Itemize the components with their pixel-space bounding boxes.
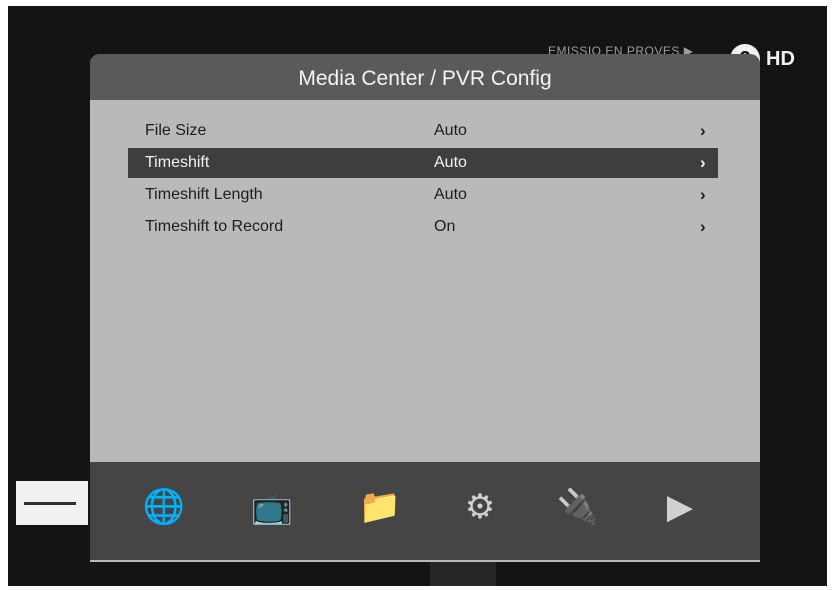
- chevron-right-icon: ›: [700, 121, 706, 140]
- chevron-right-icon: ›: [700, 153, 706, 172]
- setting-label: Timeshift Length: [145, 186, 263, 203]
- inset-thumbnail: [16, 481, 88, 525]
- monitor-stand: [430, 562, 496, 586]
- thumbnail-line: [24, 502, 76, 505]
- setting-value: Auto: [434, 154, 467, 171]
- setting-timeshift-length[interactable]: Timeshift Length Auto ›: [128, 180, 718, 210]
- tv-icon[interactable]: 📺: [240, 474, 304, 540]
- settings-list: File Size Auto › Timeshift Auto › Timesh…: [128, 116, 718, 244]
- chevron-right-icon: ›: [700, 185, 706, 204]
- setting-label: Timeshift: [145, 154, 210, 171]
- play-icon[interactable]: ▶: [648, 474, 712, 540]
- gear-icon[interactable]: ⚙: [448, 474, 512, 540]
- globe-icon[interactable]: 🌐: [132, 474, 196, 540]
- setting-label: File Size: [145, 122, 207, 139]
- menu-dock: 🌐 📺 📁 ⚙ 🔌 ▶: [90, 462, 760, 560]
- window-title: Media Center / PVR Config: [90, 54, 760, 100]
- media-icon[interactable]: 📁: [348, 474, 412, 540]
- setting-file-size[interactable]: File Size Auto ›: [128, 116, 718, 146]
- chevron-right-icon: ›: [700, 217, 706, 236]
- setting-value: Auto: [434, 122, 467, 139]
- tv-screen: EMISSIO EN PROVES ▶ 2 HD Media Center / …: [8, 6, 827, 586]
- hd-label: HD: [766, 47, 795, 70]
- setting-value: On: [434, 218, 456, 235]
- setting-timeshift-to-record[interactable]: Timeshift to Record On ›: [128, 212, 718, 242]
- setting-value: Auto: [434, 186, 467, 203]
- setting-timeshift[interactable]: Timeshift Auto ›: [128, 148, 718, 178]
- setting-label: Timeshift to Record: [145, 218, 284, 235]
- plug-icon[interactable]: 🔌: [546, 474, 610, 540]
